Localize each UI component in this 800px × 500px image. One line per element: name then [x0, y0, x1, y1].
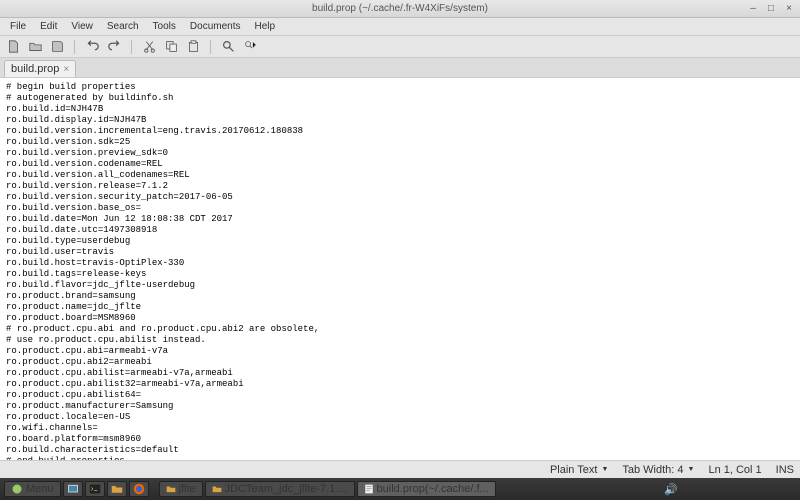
tray-volume-icon[interactable]: 🔊 — [664, 483, 678, 496]
status-position: Ln 1, Col 1 — [708, 464, 761, 476]
start-menu-button[interactable]: Menu — [4, 481, 61, 497]
maximize-button[interactable]: □ — [764, 2, 778, 14]
minimize-button[interactable]: – — [746, 2, 760, 14]
tray-updates-icon[interactable]: ⟳ — [630, 483, 639, 496]
menu-help[interactable]: Help — [248, 20, 281, 33]
taskbar-folder-button[interactable]: jflte — [159, 481, 203, 497]
tab-label: build.prop — [11, 63, 59, 75]
text-editor[interactable]: # begin build properties # autogenerated… — [0, 78, 800, 460]
menu-search[interactable]: Search — [101, 20, 145, 33]
text-editor-icon — [364, 484, 374, 494]
menu-view[interactable]: View — [65, 20, 99, 33]
files-icon[interactable] — [107, 481, 127, 497]
copy-icon[interactable] — [162, 38, 180, 56]
separator — [210, 40, 211, 54]
save-file-icon[interactable] — [48, 38, 66, 56]
menu-edit[interactable]: Edit — [34, 20, 63, 33]
firefox-icon[interactable] — [129, 481, 149, 497]
find-icon[interactable] — [219, 38, 237, 56]
paste-icon[interactable] — [184, 38, 202, 56]
tab-buildprop[interactable]: build.prop × — [4, 60, 76, 77]
tab-close-icon[interactable]: × — [63, 64, 69, 75]
status-insertmode[interactable]: INS — [776, 464, 794, 476]
undo-icon[interactable] — [83, 38, 101, 56]
new-file-icon[interactable] — [4, 38, 22, 56]
tab-bar: build.prop × — [0, 58, 800, 78]
status-bar: Plain Text ▼ Tab Width: 4 ▼ Ln 1, Col 1 … — [0, 460, 800, 478]
open-file-icon[interactable] — [26, 38, 44, 56]
menu-bar: File Edit View Search Tools Documents He… — [0, 18, 800, 36]
folder-icon — [212, 484, 222, 494]
desktop-taskbar: Menu jflte JDCTeam_jdc_jflte-7.1.... bui… — [0, 478, 800, 500]
close-button[interactable]: × — [782, 2, 796, 14]
tray-clock[interactable]: Mon Jun 12, 11:17 PM — [686, 483, 796, 495]
taskbar-app-filemanager[interactable]: JDCTeam_jdc_jflte-7.1.... — [205, 481, 355, 497]
separator — [74, 40, 75, 54]
terminal-icon[interactable] — [85, 481, 105, 497]
taskbar-app-editor[interactable]: build.prop(~/.cache/.f... — [357, 481, 496, 497]
menu-file[interactable]: File — [4, 20, 32, 33]
redo-icon[interactable] — [105, 38, 123, 56]
dropdown-icon: ▼ — [688, 466, 695, 473]
toolbar — [0, 36, 800, 58]
menu-tools[interactable]: Tools — [147, 20, 182, 33]
show-desktop-icon[interactable] — [63, 481, 83, 497]
dropdown-icon: ▼ — [601, 466, 608, 473]
separator — [131, 40, 132, 54]
menu-documents[interactable]: Documents — [184, 20, 247, 33]
tray-network-icon[interactable]: ⇅ — [647, 483, 656, 496]
status-tabwidth[interactable]: Tab Width: 4 ▼ — [622, 464, 694, 476]
folder-icon — [166, 484, 176, 494]
menu-icon — [11, 483, 23, 495]
window-title: build.prop (~/.cache/.fr-W4XiFs/system) — [312, 3, 488, 14]
status-language[interactable]: Plain Text ▼ — [550, 464, 608, 476]
find-replace-icon[interactable] — [241, 38, 259, 56]
cut-icon[interactable] — [140, 38, 158, 56]
window-titlebar: build.prop (~/.cache/.fr-W4XiFs/system) … — [0, 0, 800, 18]
